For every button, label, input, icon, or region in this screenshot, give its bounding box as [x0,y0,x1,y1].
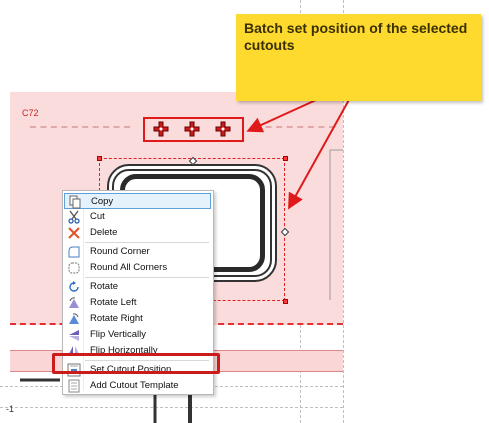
menu-item-rotate-left[interactable]: Rotate Left [64,295,211,311]
menu-separator [85,277,209,278]
flip-vertical-icon [69,330,79,341]
menu-item-highlight [52,353,220,374]
menu-item-copy[interactable]: Copy [64,193,211,209]
menu-item-delete[interactable]: Delete [64,225,211,241]
menu-item-flip-vertically[interactable]: Flip Vertically [64,327,211,343]
menu-item-label: Rotate [90,281,118,292]
template-icon [68,379,80,393]
menu-item-rotate-right[interactable]: Rotate Right [64,311,211,327]
callout-text: Batch set position of the selected cutou… [244,20,468,53]
round-corner-icon [68,246,80,258]
menu-item-label: Round Corner [90,246,150,257]
scissors-icon [68,210,80,224]
menu-separator [85,242,209,243]
menu-item-round-all-corners[interactable]: Round All Corners [64,260,211,276]
menu-item-label: Cut [90,211,105,222]
rotate-right-icon [69,313,79,324]
menu-item-label: Copy [91,196,114,207]
menu-item-label: Add Cutout Template [90,380,179,391]
menu-item-add-cutout-template[interactable]: Add Cutout Template [64,378,211,394]
copy-icon [69,195,81,209]
delete-x-icon [68,227,80,239]
rotate-icon [69,281,79,292]
callout-note: Batch set position of the selected cutou… [236,14,481,101]
menu-item-label: Rotate Left [90,297,137,308]
menu-item-label: Flip Vertically [90,329,146,340]
menu-item-cut[interactable]: Cut [64,209,211,225]
menu-item-round-corner[interactable]: Round Corner [64,244,211,260]
round-all-corners-icon [68,262,80,274]
menu-item-rotate[interactable]: Rotate [64,279,211,295]
menu-item-label: Delete [90,227,118,238]
menu-item-label: Round All Corners [90,262,168,273]
rotate-left-icon [69,297,79,308]
menu-item-label: Rotate Right [90,313,143,324]
